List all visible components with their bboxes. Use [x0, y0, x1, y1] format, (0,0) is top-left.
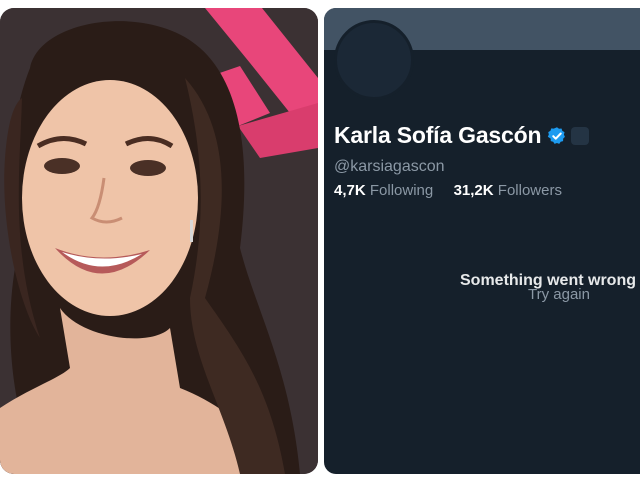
following-link[interactable]: 4,7K Following	[334, 182, 437, 199]
face	[22, 80, 198, 316]
following-count: 4,7K	[334, 182, 366, 199]
right-eye	[130, 160, 166, 176]
followers-label: Followers	[497, 182, 562, 199]
affiliate-badge-icon	[571, 126, 590, 145]
follow-stats: 4,7K Following 31,2K Followers	[334, 182, 562, 199]
profile-screen: Karla Sofía Gascón @karsiagascon 4,7K Fo…	[324, 8, 640, 474]
display-name-row: Karla Sofía Gascón	[334, 122, 590, 149]
profile-handle: @karsiagascon	[334, 158, 445, 175]
verified-badge-icon	[548, 126, 566, 144]
followers-count: 31,2K	[453, 182, 494, 199]
composite-image: Karla Sofía Gascón @karsiagascon 4,7K Fo…	[0, 0, 640, 480]
following-label: Following	[369, 182, 434, 199]
earring	[190, 220, 193, 242]
avatar[interactable]	[334, 20, 414, 100]
portrait-photo	[0, 8, 318, 474]
try-again-button[interactable]: Try again	[528, 286, 590, 303]
display-name: Karla Sofía Gascón	[334, 122, 542, 148]
left-eye	[44, 158, 80, 174]
portrait-illustration	[0, 8, 318, 474]
followers-link[interactable]: 31,2K Followers	[454, 182, 562, 199]
